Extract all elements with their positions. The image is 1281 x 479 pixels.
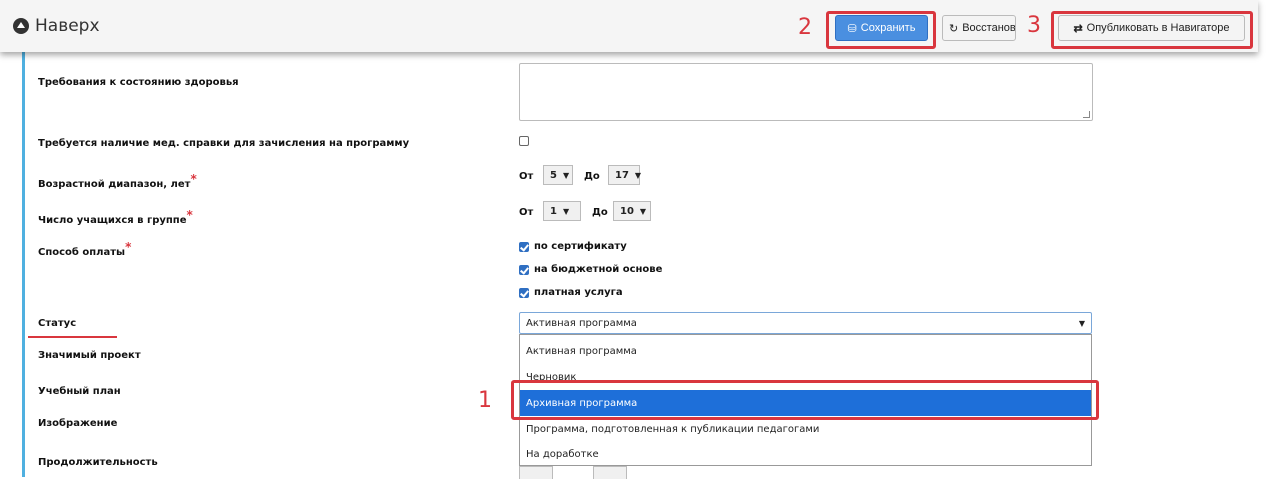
restore-button[interactable]: ↻ Восстановить <box>942 15 1016 41</box>
restore-button-label: Восстановить <box>962 22 1016 34</box>
status-underline-annotation <box>28 336 117 338</box>
required-mark: * <box>125 240 132 254</box>
status-select[interactable]: Активная программа ▼ <box>519 312 1092 334</box>
duration-from-field[interactable] <box>519 466 553 479</box>
back-to-top-link[interactable]: Наверх <box>13 16 100 36</box>
age-from-value: 5 <box>550 169 557 181</box>
payment-paid-label: платная услуга <box>534 287 623 298</box>
chevron-down-icon: ▼ <box>562 170 570 180</box>
chevron-down-icon: ▼ <box>562 206 570 216</box>
caret-down-icon: ▼ <box>1078 318 1085 328</box>
payment-method-label-text: Способ оплаты <box>38 247 126 258</box>
status-label: Статус <box>38 318 77 329</box>
curriculum-label: Учебный план <box>38 386 121 397</box>
age-range-label-text: Возрастной диапазон, лет <box>38 179 191 190</box>
image-label: Изображение <box>38 418 118 429</box>
health-requirements-textarea[interactable] <box>519 63 1093 121</box>
group-from-value: 1 <box>550 205 557 217</box>
annotation-number-3: 3 <box>1027 13 1041 38</box>
status-select-value: Активная программа <box>526 317 637 329</box>
group-size-label-text: Число учащихся в группе <box>38 215 187 226</box>
required-mark: * <box>186 208 193 222</box>
med-certificate-checkbox[interactable] <box>519 136 529 146</box>
age-from-select[interactable]: 5 ▼ <box>543 165 573 185</box>
resize-grip-icon[interactable] <box>1083 111 1090 118</box>
med-certificate-label: Требуется наличие мед. справки для зачис… <box>38 138 410 149</box>
group-from-label: От <box>519 207 534 218</box>
age-to-value: 17 <box>615 169 629 181</box>
significant-project-label: Значимый проект <box>38 350 141 361</box>
payment-method-label: Способ оплаты* <box>38 240 131 258</box>
group-to-value: 10 <box>620 205 634 217</box>
health-requirements-label: Требования к состоянию здоровья <box>38 77 239 88</box>
group-from-select[interactable]: 1 ▼ <box>543 201 581 221</box>
age-range-label: Возрастной диапазон, лет* <box>38 172 197 190</box>
back-to-top-label: Наверх <box>35 16 100 36</box>
group-size-label: Число учащихся в группе* <box>38 208 193 226</box>
duration-to-field[interactable] <box>593 466 627 479</box>
payment-paid-checkbox[interactable] <box>519 288 529 298</box>
age-from-label: От <box>519 171 534 182</box>
group-to-select[interactable]: 10 ▼ <box>613 201 651 221</box>
payment-certificate-checkbox[interactable] <box>519 242 529 252</box>
annotation-number-2: 2 <box>798 15 812 40</box>
highlight-archive-option <box>511 380 1099 420</box>
group-to-label: До <box>592 207 608 218</box>
arrow-up-circle-icon <box>13 18 29 34</box>
required-mark: * <box>190 172 197 186</box>
duration-label: Продолжительность <box>38 457 158 468</box>
highlight-save <box>826 11 936 49</box>
age-to-label: До <box>584 171 600 182</box>
status-option-revision[interactable]: На доработке <box>520 441 1091 467</box>
payment-budget-checkbox[interactable] <box>519 265 529 275</box>
refresh-icon: ↻ <box>949 22 959 35</box>
highlight-publish <box>1051 11 1253 49</box>
chevron-down-icon: ▼ <box>634 170 642 180</box>
age-to-select[interactable]: 17 ▼ <box>608 165 642 185</box>
payment-budget-label: на бюджетной основе <box>534 264 663 275</box>
annotation-number-1: 1 <box>478 388 492 413</box>
status-option-active[interactable]: Активная программа <box>520 338 1091 364</box>
chevron-down-icon: ▼ <box>639 206 647 216</box>
payment-certificate-label: по сертификату <box>534 241 627 252</box>
